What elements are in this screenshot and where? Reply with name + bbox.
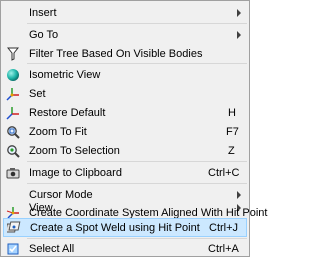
menu-item-isometric-view[interactable]: Isometric View: [3, 65, 247, 84]
menu-item-label: Set: [29, 87, 46, 100]
menu-separator: [27, 63, 247, 64]
menu-item-label: Restore Default: [29, 106, 106, 119]
menu-item-label: Create a Spot Weld using Hit Point: [30, 221, 200, 234]
shortcut-text: Ctrl+J: [209, 221, 239, 234]
spot-weld-icon: [5, 219, 23, 237]
axis-icon: [4, 85, 22, 103]
menu-item-set[interactable]: Set: [3, 84, 247, 103]
zoom-fit-icon: [4, 123, 22, 141]
camera-icon: [4, 164, 22, 182]
menu-item-label: Zoom To Selection: [29, 144, 120, 157]
shortcut-text: Ctrl+C: [208, 166, 240, 179]
menu-item-label: Insert: [29, 6, 57, 19]
shortcut-text: Ctrl+A: [208, 242, 239, 255]
context-menu: Insert Go To Filter Tree Based On Visibl…: [0, 0, 267, 258]
menu-item-label: Filter Tree Based On Visible Bodies: [29, 47, 203, 60]
menu-item-label: Cursor Mode: [29, 188, 93, 201]
submenu-arrow-icon: [237, 8, 241, 17]
menu-item-label: Image to Clipboard: [29, 166, 122, 179]
zoom-selection-icon: [4, 142, 22, 160]
menu-item-restore-default[interactable]: Restore Default H: [3, 103, 247, 122]
submenu-arrow-icon: [237, 30, 241, 39]
isometric-sphere-icon: [4, 66, 22, 84]
menu-item-label: Go To: [29, 28, 59, 41]
menu-separator: [27, 161, 247, 162]
select-all-icon: [4, 240, 22, 258]
menu-item-zoom-to-selection[interactable]: Zoom To Selection Z: [3, 141, 247, 160]
menu-item-label: Isometric View: [29, 68, 101, 81]
menu-item-create-spot-weld[interactable]: Create a Spot Weld using Hit Point Ctrl+…: [3, 218, 247, 237]
menu-item-filter-tree[interactable]: Filter Tree Based On Visible Bodies: [3, 44, 247, 63]
shortcut-text: Z: [228, 144, 235, 157]
menu-item-zoom-to-fit[interactable]: Zoom To Fit F7: [3, 122, 247, 141]
submenu-arrow-icon: [237, 190, 241, 199]
menu-item-image-to-clipboard[interactable]: Image to Clipboard Ctrl+C: [3, 163, 247, 182]
menu-item-insert[interactable]: Insert: [3, 3, 247, 22]
menu-separator: [27, 23, 247, 24]
shortcut-text: H: [228, 106, 236, 119]
menu-item-label: Zoom To Fit: [29, 125, 87, 138]
filter-icon: [4, 45, 22, 63]
menu-item-label: Create Coordinate System Aligned With Hi…: [29, 206, 268, 219]
axis-restore-icon: [4, 104, 22, 122]
menu-item-go-to[interactable]: Go To: [3, 25, 247, 44]
shortcut-text: F7: [226, 125, 239, 138]
menu-separator: [27, 183, 247, 184]
menu-item-select-all[interactable]: Select All Ctrl+A: [3, 239, 247, 258]
menu-item-label: Select All: [29, 242, 75, 255]
